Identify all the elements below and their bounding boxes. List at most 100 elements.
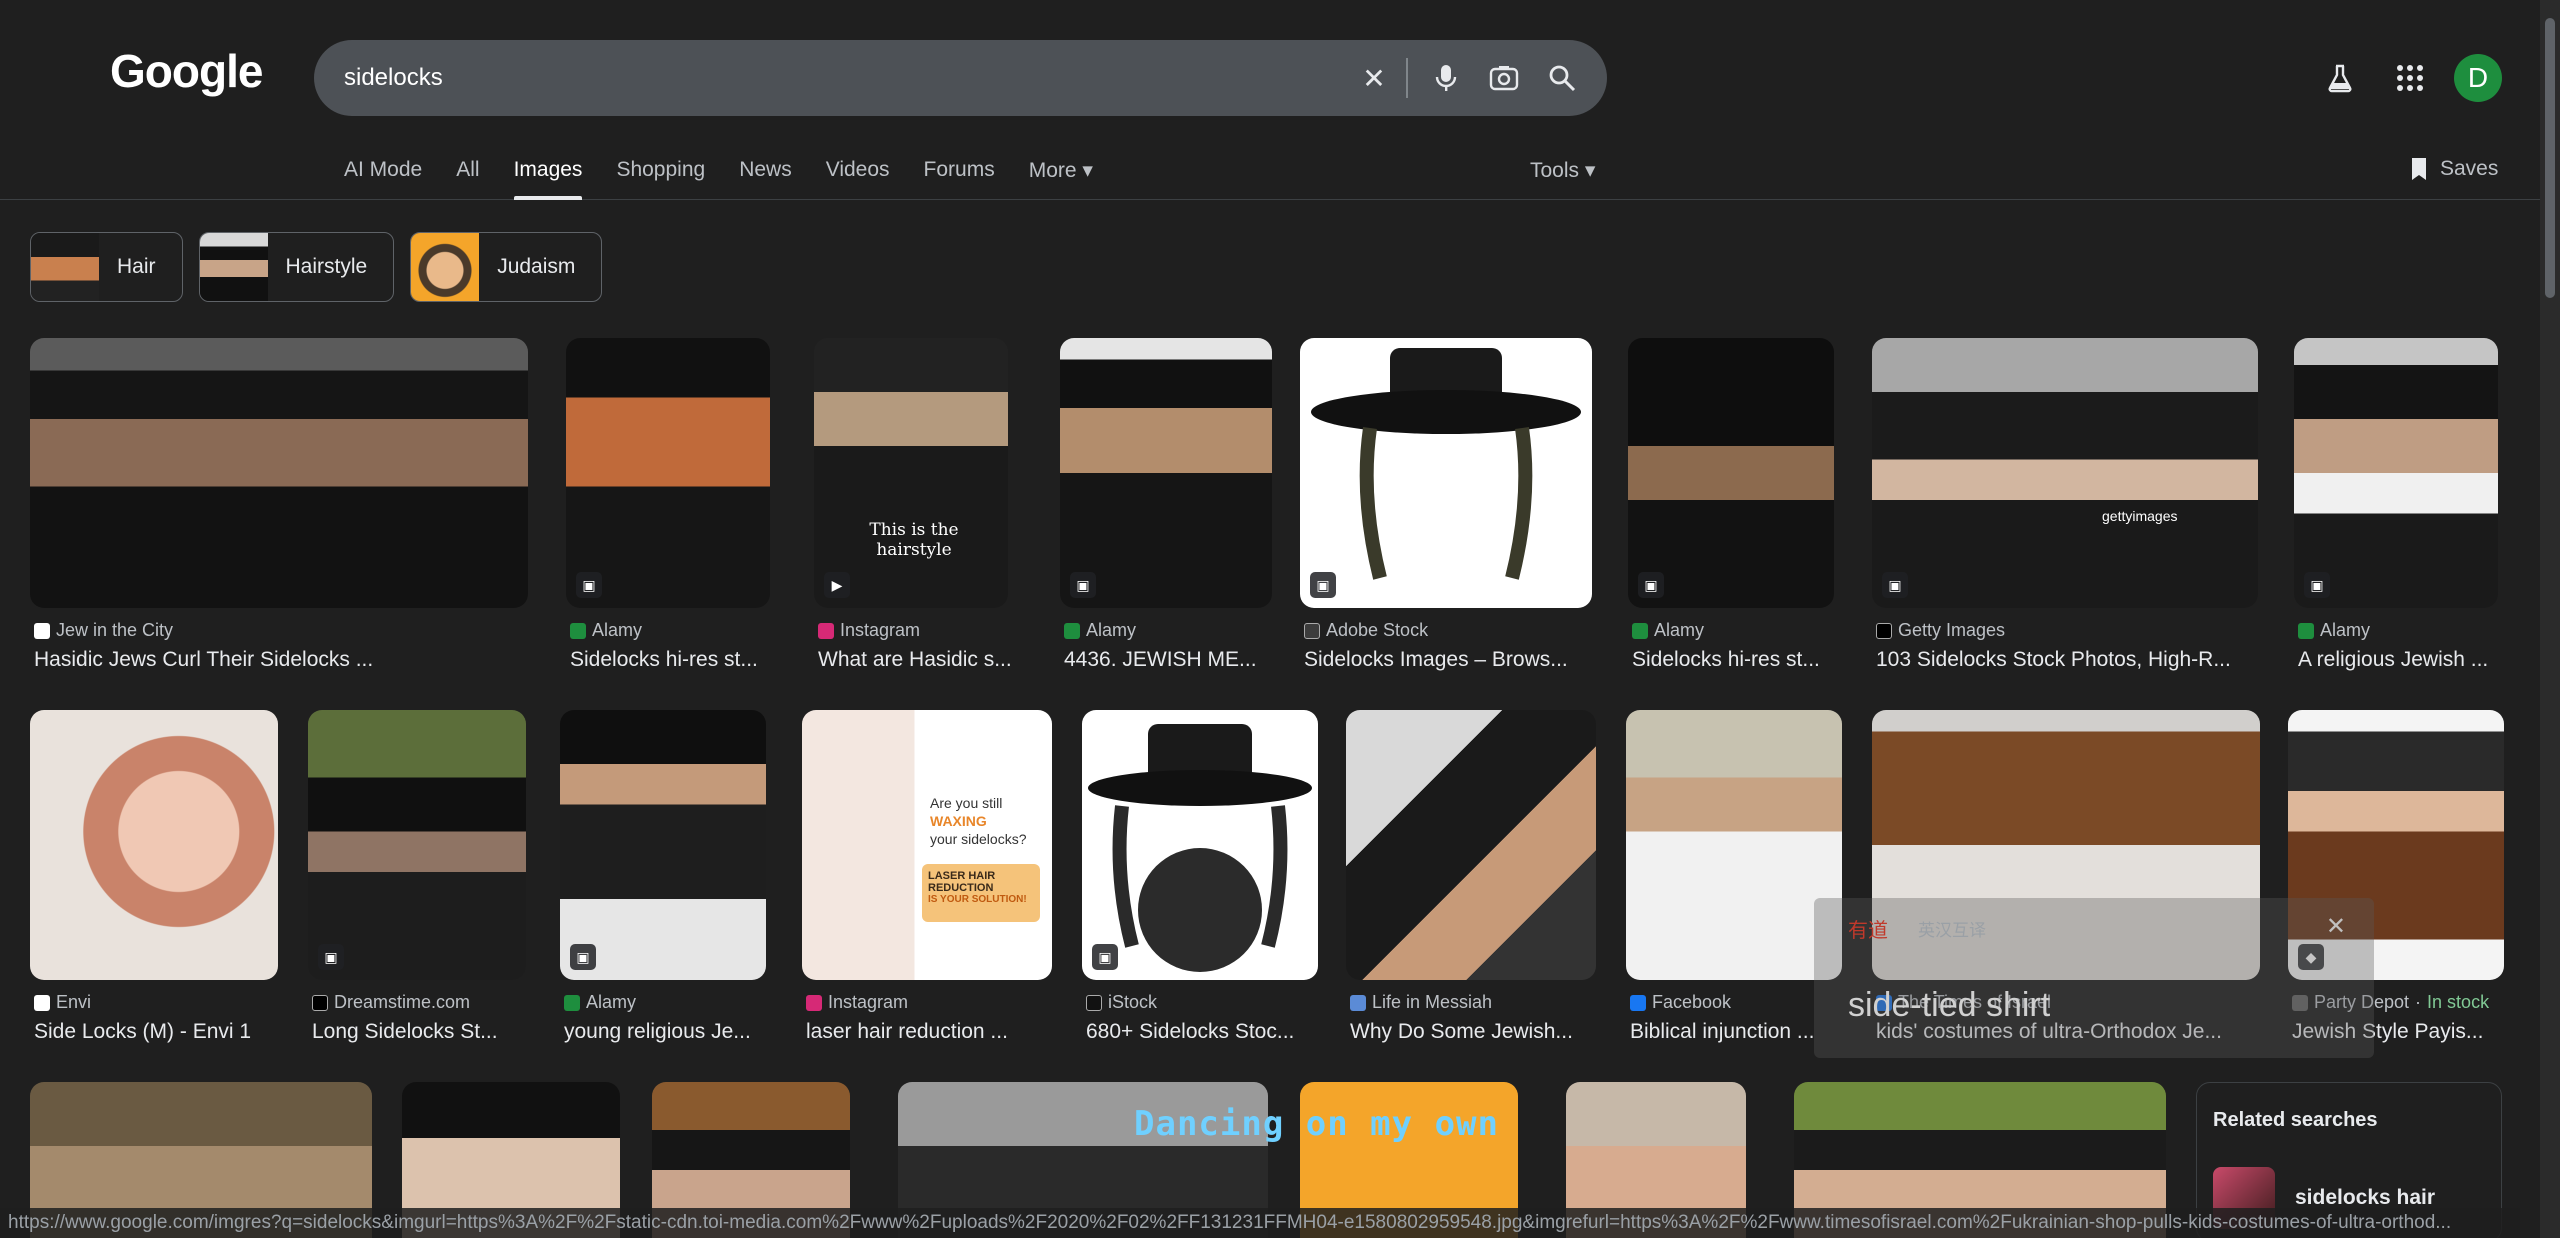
result-thumbnail[interactable] [1626, 710, 1842, 980]
result-title[interactable]: Long Sidelocks St... [312, 1020, 530, 1044]
image-badge-icon: ▣ [1638, 572, 1664, 598]
ad-line: IS YOUR SOLUTION! [928, 894, 1027, 905]
tools-button[interactable]: Tools ▾ [1530, 158, 1595, 183]
tab-ai-mode[interactable]: AI Mode [344, 150, 422, 200]
favicon [564, 994, 580, 1011]
result-thumbnail[interactable]: Are you still WAXING your sidelocks? LAS… [802, 710, 1052, 980]
result-source: Adobe Stock [1326, 620, 1429, 640]
result-thumbnail[interactable]: ▣ [566, 338, 770, 608]
result-source: Jew in the City [56, 620, 174, 640]
google-logo[interactable]: Google [110, 44, 263, 98]
search-icon[interactable] [1540, 56, 1584, 100]
result-title[interactable]: A religious Jewish ... [2298, 648, 2502, 672]
favicon [1086, 994, 1102, 1011]
result-thumbnail[interactable] [30, 338, 528, 608]
result-title[interactable]: laser hair reduction ... [806, 1020, 1056, 1044]
image-badge-icon: ▣ [2304, 572, 2330, 598]
video-caption: This is the hairstyle [869, 520, 959, 560]
tab-videos[interactable]: Videos [826, 150, 890, 200]
result-title[interactable]: 680+ Sidelocks Stoc... [1086, 1020, 1322, 1044]
apps-grid-icon[interactable] [2388, 56, 2432, 100]
ad-headline: Are you still WAXING your sidelocks? [930, 794, 1042, 849]
result-thumbnail[interactable] [30, 710, 278, 980]
favicon [818, 622, 834, 639]
chip-thumbnail [31, 233, 99, 301]
result-title[interactable]: young religious Je... [564, 1020, 770, 1044]
chip-judaism[interactable]: Judaism [410, 232, 603, 302]
tab-forums[interactable]: Forums [924, 150, 995, 200]
status-url: https://www.google.com/imgres?q=sidelock… [0, 1208, 2520, 1238]
result-source: Alamy [1654, 620, 1705, 640]
result-source: Getty Images [1898, 620, 2006, 640]
microphone-icon[interactable] [1424, 56, 1468, 100]
result-thumbnail[interactable]: ▣ [560, 710, 766, 980]
result-thumbnail[interactable]: ▣ [1300, 338, 1592, 608]
chip-hairstyle[interactable]: Hairstyle [198, 232, 395, 302]
favicon [1632, 622, 1648, 639]
result-title[interactable]: 103 Sidelocks Stock Photos, High-R... [1876, 648, 2262, 672]
watermark: gettyimages [2102, 508, 2178, 524]
related-label: sidelocks hair [2295, 1186, 2436, 1209]
result-title[interactable]: What are Hasidic s... [818, 648, 1022, 672]
result-thumbnail[interactable]: ▣ [1060, 338, 1272, 608]
bookmark-icon [2412, 158, 2426, 180]
tab-news[interactable]: News [739, 150, 792, 200]
search-tabs: AI Mode All Images Shopping News Videos … [344, 150, 1127, 200]
result-title[interactable]: Sidelocks hi-res st... [1632, 648, 1838, 672]
result-source: Alamy [1086, 620, 1137, 640]
result-thumbnail[interactable]: gettyimages ▣ [1872, 338, 2258, 608]
scrollbar-thumb[interactable] [2545, 18, 2555, 298]
result-thumbnail[interactable]: This is the hairstyle ▶ [814, 338, 1008, 608]
translate-mode[interactable]: 英汉互译 [1918, 916, 1986, 941]
ad-line: WAXING [930, 813, 987, 830]
chip-thumbnail [199, 233, 268, 301]
result-thumbnail[interactable] [1346, 710, 1596, 980]
favicon [34, 994, 50, 1011]
result-source: Dreamstime.com [334, 992, 471, 1012]
hat-illustration [1311, 348, 1581, 580]
tab-all[interactable]: All [456, 150, 479, 200]
image-badge-icon: ▣ [576, 572, 602, 598]
result-title[interactable]: 4436. JEWISH ME... [1064, 648, 1276, 672]
chip-hair[interactable]: Hair [30, 232, 183, 302]
result-title[interactable]: Side Locks (M) - Envi 1 [34, 1020, 282, 1044]
result-thumbnail[interactable]: ▣ [2294, 338, 2498, 608]
costume-illustration [1088, 724, 1312, 972]
result-title[interactable]: Why Do Some Jewish... [1350, 1020, 1600, 1044]
result-thumbnail[interactable]: ▣ [1628, 338, 1834, 608]
search-bar[interactable]: sidelocks ✕ [314, 40, 1607, 116]
result-source: Instagram [828, 992, 909, 1012]
scrollbar[interactable] [2540, 0, 2560, 1238]
lens-icon[interactable] [1482, 56, 1526, 100]
clear-icon[interactable]: ✕ [1352, 56, 1396, 100]
lyrics-caption: Dancing on my own [1134, 1104, 1499, 1144]
labs-flask-icon[interactable] [2318, 56, 2362, 100]
image-badge-icon: ▣ [1092, 944, 1118, 970]
play-icon: ▶ [824, 572, 850, 598]
chip-label: Hairstyle [285, 255, 368, 278]
result-thumbnail[interactable]: ▣ [308, 710, 526, 980]
refinement-chips: Hair Hairstyle Judaism [30, 232, 603, 302]
tab-more[interactable]: More ▾ [1029, 150, 1093, 200]
dictionary-popup[interactable]: 有道 英汉互译 ✕ side-tied shirt [1814, 898, 2374, 1058]
account-avatar[interactable]: D [2454, 54, 2502, 102]
favicon [1304, 622, 1320, 639]
result-title[interactable]: Sidelocks Images – Brows... [1304, 648, 1596, 672]
ad-line: your sidelocks? [930, 831, 1027, 848]
result-title[interactable]: Sidelocks hi-res st... [570, 648, 774, 672]
favicon [34, 622, 50, 639]
tab-shopping[interactable]: Shopping [616, 150, 705, 200]
result-source: Alamy [586, 992, 637, 1012]
ad-line: Are you still [930, 795, 1003, 811]
search-input[interactable]: sidelocks [344, 64, 443, 92]
close-icon[interactable]: ✕ [2326, 912, 2346, 941]
dictionary-word: side-tied shirt [1848, 986, 2051, 1024]
result-title[interactable]: Hasidic Jews Curl Their Sidelocks ... [34, 648, 532, 672]
saves-button[interactable]: Saves [2408, 156, 2498, 182]
image-badge-icon: ▣ [570, 944, 596, 970]
result-source: Envi [56, 992, 92, 1012]
stock-status: In stock [2427, 992, 2490, 1012]
tab-images[interactable]: Images [513, 150, 582, 200]
result-thumbnail[interactable]: ▣ [1082, 710, 1318, 980]
search-divider [1406, 58, 1408, 98]
